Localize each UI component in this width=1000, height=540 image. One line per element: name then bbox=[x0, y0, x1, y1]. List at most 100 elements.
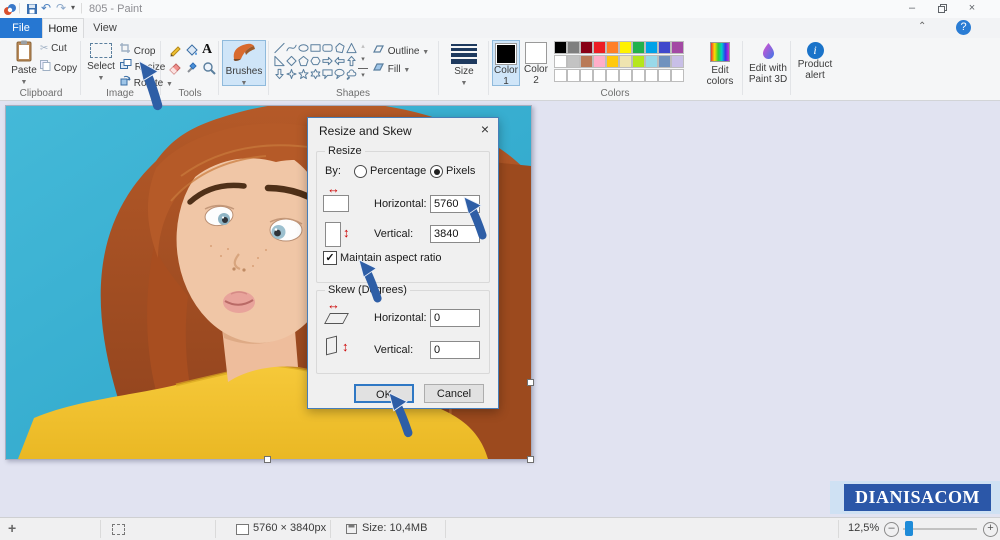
palette-color-swatch[interactable] bbox=[645, 55, 658, 68]
rotate-button[interactable]: Rotate ▼ bbox=[120, 75, 173, 89]
zoom-out-button[interactable]: – bbox=[884, 522, 899, 537]
palette-color-swatch[interactable] bbox=[619, 41, 632, 54]
shape-six-point-star-icon[interactable] bbox=[310, 67, 321, 80]
palette-color-swatch[interactable] bbox=[593, 55, 606, 68]
brushes-button[interactable]: Brushes ▼ bbox=[222, 40, 266, 87]
cut-button[interactable]: ✂ Cut bbox=[40, 43, 67, 54]
palette-color-swatch[interactable] bbox=[632, 55, 645, 68]
product-alert-button[interactable]: i Product alert bbox=[794, 42, 836, 81]
palette-color-swatch[interactable] bbox=[658, 41, 671, 54]
help-icon[interactable]: ? bbox=[956, 20, 971, 35]
shape-five-point-star-icon[interactable] bbox=[298, 67, 309, 80]
palette-empty-slot[interactable] bbox=[567, 69, 580, 82]
shape-oval-callout-icon[interactable] bbox=[334, 67, 345, 80]
palette-empty-slot[interactable] bbox=[580, 69, 593, 82]
shape-arrow-left-icon[interactable] bbox=[334, 54, 345, 66]
palette-color-swatch[interactable] bbox=[554, 41, 567, 54]
minimize-button[interactable]: – bbox=[898, 0, 926, 18]
outline-button[interactable]: Outline ▼ bbox=[372, 43, 429, 57]
fill-with-color-icon[interactable] bbox=[185, 43, 199, 62]
shapes-more-icon[interactable]: ▾ bbox=[358, 68, 368, 82]
copy-button[interactable]: Copy bbox=[40, 60, 77, 74]
shape-arrow-right-icon[interactable] bbox=[322, 54, 333, 66]
tab-home[interactable]: Home bbox=[42, 18, 84, 38]
redo-icon[interactable]: ↷ bbox=[56, 1, 66, 15]
save-icon[interactable] bbox=[26, 3, 38, 18]
canvas-resize-handle-corner[interactable] bbox=[527, 456, 534, 463]
resize-horizontal-input[interactable] bbox=[430, 195, 480, 213]
zoom-in-button[interactable]: + bbox=[983, 522, 998, 537]
canvas-resize-handle-right[interactable] bbox=[527, 379, 534, 386]
shape-arrow-up-icon[interactable] bbox=[346, 54, 357, 67]
palette-color-swatch[interactable] bbox=[645, 41, 658, 54]
crop-button[interactable]: Crop bbox=[120, 43, 155, 57]
percentage-label[interactable]: Percentage bbox=[370, 165, 426, 177]
palette-color-swatch[interactable] bbox=[606, 41, 619, 54]
palette-empty-slot[interactable] bbox=[606, 69, 619, 82]
pixels-label[interactable]: Pixels bbox=[446, 165, 475, 177]
shape-rectangle-icon[interactable] bbox=[310, 41, 321, 53]
text-tool-icon[interactable]: A bbox=[202, 42, 212, 58]
shape-rounded-rectangle-icon[interactable] bbox=[322, 41, 333, 53]
palette-color-swatch[interactable] bbox=[567, 41, 580, 54]
palette-empty-slot[interactable] bbox=[593, 69, 606, 82]
color-picker-icon[interactable] bbox=[185, 61, 199, 80]
close-button[interactable]: × bbox=[958, 0, 986, 18]
palette-empty-slot[interactable] bbox=[645, 69, 658, 82]
maintain-aspect-ratio-checkbox[interactable]: ✓ bbox=[323, 251, 337, 265]
shape-hexagon-icon[interactable] bbox=[310, 54, 321, 66]
zoom-slider-thumb[interactable] bbox=[905, 521, 913, 536]
shape-pentagon-icon[interactable] bbox=[298, 54, 309, 67]
pencil-icon[interactable] bbox=[168, 43, 182, 62]
tab-view[interactable]: View bbox=[84, 18, 126, 38]
palette-color-swatch[interactable] bbox=[619, 55, 632, 68]
palette-color-swatch[interactable] bbox=[658, 55, 671, 68]
shape-diamond-icon[interactable] bbox=[286, 54, 297, 67]
select-button[interactable]: Select ▼ bbox=[84, 40, 118, 83]
shapes-scroll-up-icon[interactable]: ▴ bbox=[358, 40, 368, 53]
shape-oval-icon[interactable] bbox=[298, 41, 309, 53]
palette-color-swatch[interactable] bbox=[671, 55, 684, 68]
eraser-icon[interactable] bbox=[168, 61, 182, 80]
size-button[interactable]: Size ▼ bbox=[444, 42, 484, 88]
tab-file[interactable]: File bbox=[0, 18, 42, 38]
shapes-scroll-down-icon[interactable]: ▾ bbox=[358, 53, 368, 66]
palette-color-swatch[interactable] bbox=[580, 41, 593, 54]
skew-horizontal-input[interactable] bbox=[430, 309, 480, 327]
palette-empty-slot[interactable] bbox=[632, 69, 645, 82]
shape-line-icon[interactable] bbox=[274, 41, 285, 54]
skew-vertical-input[interactable] bbox=[430, 341, 480, 359]
canvas-resize-handle-bottom[interactable] bbox=[264, 456, 271, 463]
palette-color-swatch[interactable] bbox=[567, 55, 580, 68]
palette-color-swatch[interactable] bbox=[554, 55, 567, 68]
maintain-aspect-ratio-label[interactable]: Maintain aspect ratio bbox=[340, 252, 442, 264]
restore-button[interactable] bbox=[928, 0, 956, 18]
dialog-close-icon[interactable]: × bbox=[476, 121, 494, 139]
color1-button[interactable]: Color 1 bbox=[492, 40, 520, 87]
collapse-ribbon-icon[interactable]: ⌃ bbox=[918, 21, 926, 32]
color2-button[interactable]: Color 2 bbox=[522, 40, 550, 86]
palette-empty-slot[interactable] bbox=[658, 69, 671, 82]
resize-vertical-input[interactable] bbox=[430, 225, 480, 243]
shape-rectangular-callout-icon[interactable] bbox=[322, 67, 333, 80]
zoom-slider-track[interactable] bbox=[903, 528, 977, 530]
undo-icon[interactable]: ↶ bbox=[41, 1, 51, 15]
fill-button[interactable]: Fill ▼ bbox=[372, 61, 410, 75]
shape-curve-icon[interactable] bbox=[286, 41, 297, 53]
palette-empty-slot[interactable] bbox=[619, 69, 632, 82]
palette-color-swatch[interactable] bbox=[606, 55, 619, 68]
resize-button[interactable]: Resize bbox=[120, 59, 165, 73]
palette-color-swatch[interactable] bbox=[632, 41, 645, 54]
palette-empty-slot[interactable] bbox=[671, 69, 684, 82]
shape-arrow-down-icon[interactable] bbox=[274, 67, 285, 80]
pixels-radio[interactable] bbox=[430, 165, 443, 178]
edit-with-paint3d-button[interactable]: Edit with Paint 3D bbox=[746, 42, 790, 85]
magnifier-icon[interactable] bbox=[202, 61, 216, 80]
palette-color-swatch[interactable] bbox=[593, 41, 606, 54]
customize-qat-icon[interactable]: ▾ bbox=[71, 3, 75, 12]
palette-color-swatch[interactable] bbox=[580, 55, 593, 68]
palette-empty-slot[interactable] bbox=[554, 69, 567, 82]
paste-button[interactable]: Paste ▼ bbox=[8, 40, 40, 87]
shape-polygon-icon[interactable] bbox=[334, 41, 345, 54]
palette-color-swatch[interactable] bbox=[671, 41, 684, 54]
